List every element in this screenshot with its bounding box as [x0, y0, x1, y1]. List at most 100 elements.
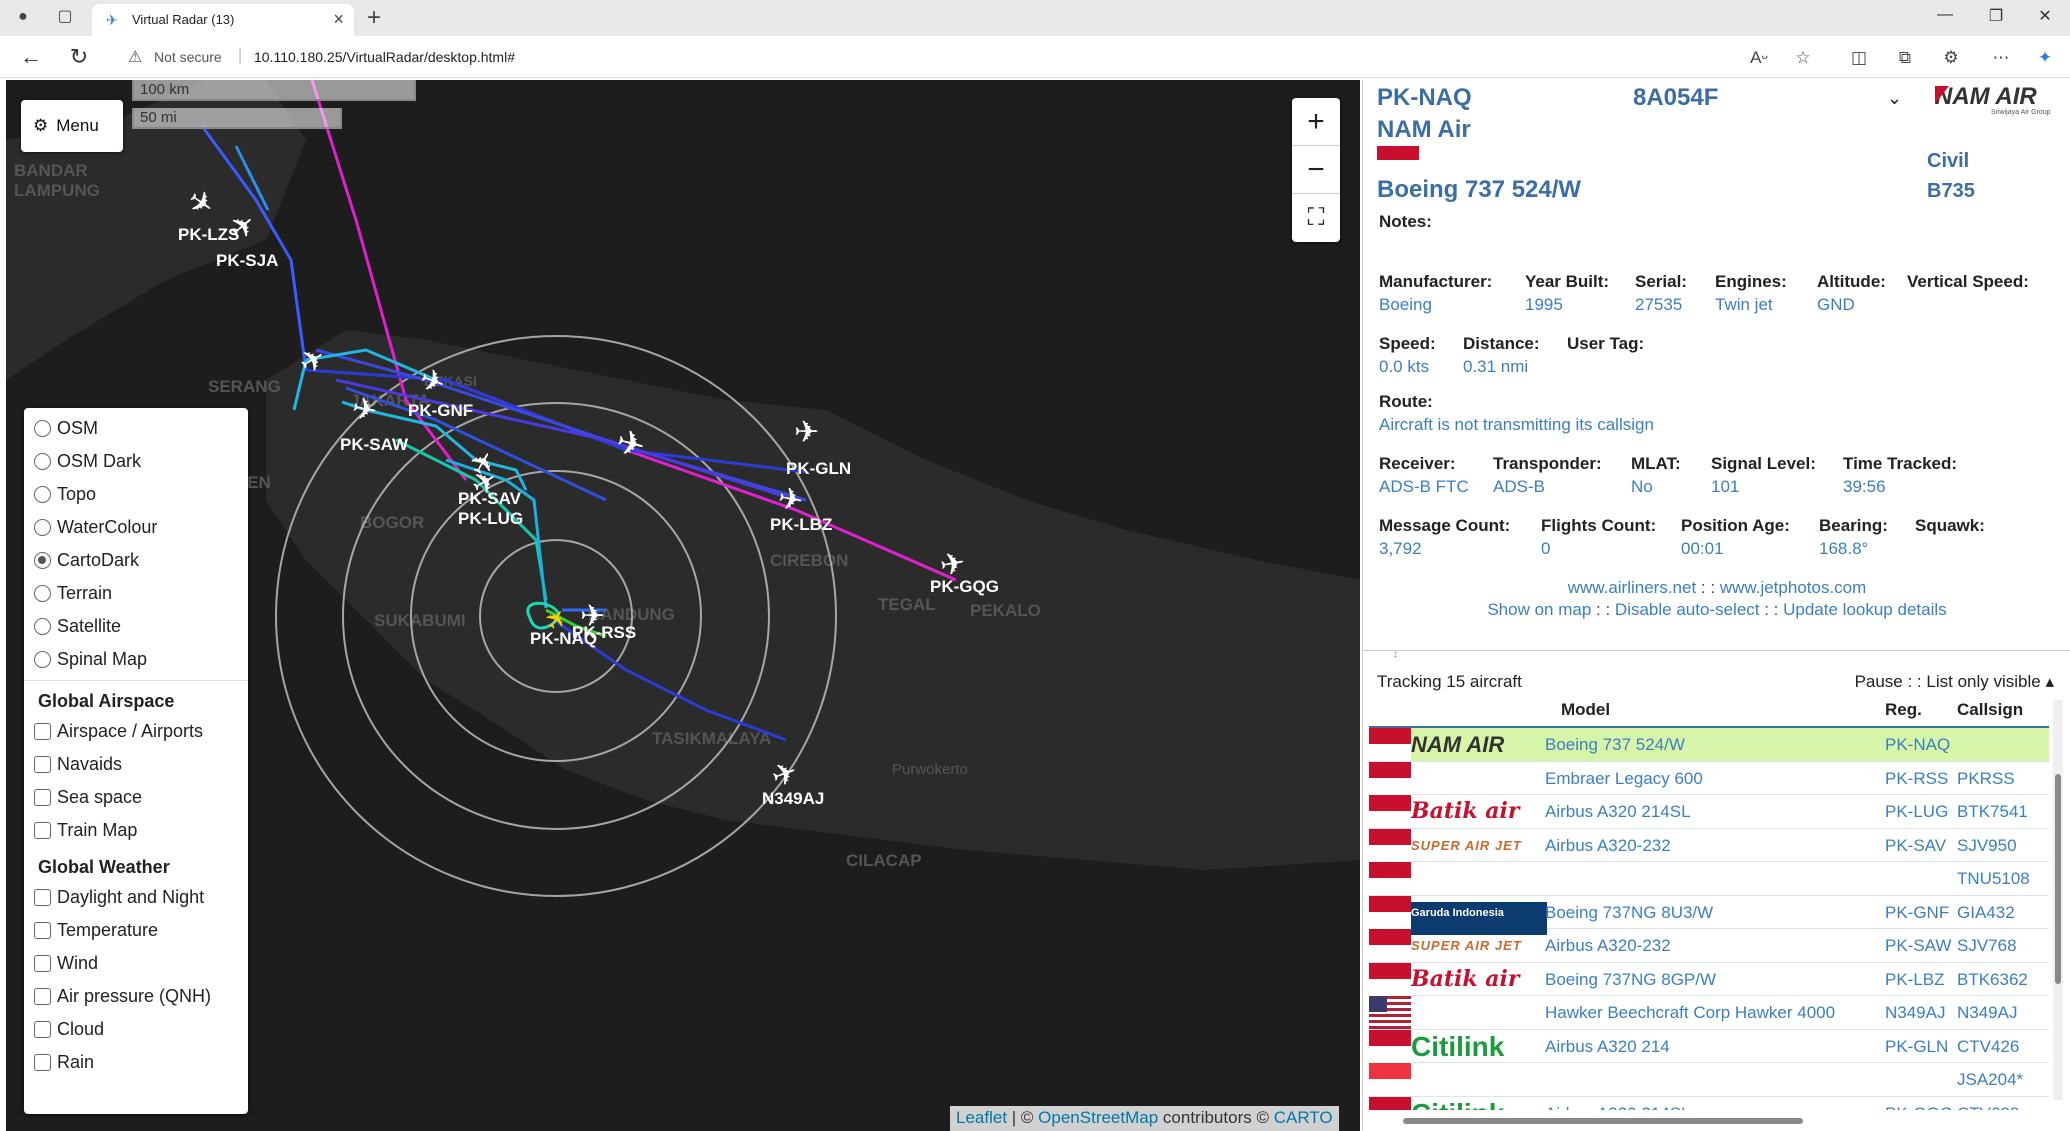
disable-auto-select-link[interactable]: Disable auto-select	[1615, 600, 1760, 619]
collapse-icon[interactable]: ▴	[2045, 672, 2054, 691]
browser-tab[interactable]: ✈ Virtual Radar (13) ×	[92, 4, 354, 36]
checkbox-icon[interactable]	[34, 889, 51, 906]
back-icon[interactable]: ←	[16, 44, 46, 70]
overlay-cloud[interactable]: Cloud	[34, 1013, 238, 1046]
address-bar[interactable]: ⚠ Not secure | 10.110.180.25/VirtualRada…	[118, 41, 1818, 73]
layer-terrain[interactable]: Terrain	[34, 577, 238, 610]
list-row[interactable]: Batik air Airbus A320 214SL PK-LUG BTK7541	[1369, 795, 2049, 829]
scroll-thumb[interactable]	[2055, 774, 2061, 984]
list-row[interactable]: Garuda Indonesia Boeing 737NG 8U3/W PK-GNF…	[1369, 895, 2049, 935]
osm-link[interactable]: OpenStreetMap	[1038, 1108, 1158, 1127]
checkbox-icon[interactable]	[34, 988, 51, 1005]
scroll-thumb[interactable]	[1403, 1118, 1803, 1124]
layer-osm-dark[interactable]: OSM Dark	[34, 445, 238, 478]
column-reg[interactable]: Reg.	[1885, 700, 1922, 720]
profile-icon[interactable]: ●	[12, 6, 34, 28]
close-window-icon[interactable]: ✕	[2030, 6, 2060, 26]
place-bandar: BANDAR	[14, 161, 88, 180]
list-row[interactable]: TNU5108	[1369, 862, 2049, 896]
overlay-daylight[interactable]: Daylight and Night	[34, 881, 238, 914]
layer-spinal-map[interactable]: Spinal Map	[34, 643, 238, 676]
checkbox-icon[interactable]	[34, 955, 51, 972]
favorite-star-icon[interactable]: ☆	[1790, 48, 1816, 68]
browser-essentials-icon[interactable]: ⚙	[1938, 48, 1964, 68]
copilot-icon[interactable]: ✦	[2032, 48, 2058, 68]
split-screen-icon[interactable]: ◫	[1846, 48, 1872, 68]
update-lookup-link[interactable]: Update lookup details	[1783, 600, 1947, 619]
leaflet-link[interactable]: Leaflet	[956, 1108, 1007, 1127]
field-value: 0.31 nmi	[1463, 357, 1529, 376]
checkbox-icon[interactable]	[34, 1054, 51, 1071]
radio-icon[interactable]	[34, 486, 51, 503]
layer-satellite[interactable]: Satellite	[34, 610, 238, 643]
overlay-train-map[interactable]: Train Map	[34, 814, 238, 847]
chevron-down-icon[interactable]: ⌄	[1887, 88, 1902, 109]
new-tab-button[interactable]: +	[360, 4, 388, 32]
overlay-air-pressure[interactable]: Air pressure (QNH)	[34, 980, 238, 1013]
zoom-out-button[interactable]: −	[1292, 146, 1340, 194]
menu-button[interactable]: ⚙ Menu	[21, 100, 123, 152]
refresh-icon[interactable]: ↻	[64, 44, 94, 70]
jetphotos-link[interactable]: www.jetphotos.com	[1720, 578, 1866, 597]
close-tab-icon[interactable]: ×	[333, 9, 344, 30]
list-row[interactable]: Embraer Legacy 600 PK-RSS PKRSS	[1369, 761, 2049, 795]
restore-icon[interactable]: ❐	[1981, 6, 2011, 26]
list-row[interactable]: JSA204*	[1369, 1063, 2049, 1097]
overlay-navaids[interactable]: Navaids	[34, 748, 238, 781]
collections-icon[interactable]: ⧉	[1892, 48, 1918, 68]
overlay-temperature[interactable]: Temperature	[34, 914, 238, 947]
layer-watercolour[interactable]: WaterColour	[34, 511, 238, 544]
map[interactable]: BANDAR LAMPUNG SERANG BANTEN JAKARTA BEK…	[6, 80, 1360, 1131]
checkbox-icon[interactable]	[34, 1021, 51, 1038]
radio-icon[interactable]	[34, 585, 51, 602]
field-value: Aircraft is not transmitting its callsig…	[1379, 415, 1654, 434]
url-text[interactable]: 10.110.180.25/VirtualRadar/desktop.html#	[254, 49, 515, 65]
list-row[interactable]: Batik air Boeing 737NG 8GP/W PK-LBZ BTK6362	[1369, 962, 2049, 996]
tab-actions-icon[interactable]: ▢	[54, 6, 76, 28]
overlay-rain[interactable]: Rain	[34, 1046, 238, 1079]
checkbox-icon[interactable]	[34, 822, 51, 839]
list-row[interactable]: SUPER AIR JET Airbus A320-232 PK-SAV SJV950	[1369, 828, 2049, 862]
overlay-sea-space[interactable]: Sea space	[34, 781, 238, 814]
layer-cartodark[interactable]: CartoDark	[34, 544, 238, 577]
radio-icon[interactable]	[34, 651, 51, 668]
list-row[interactable]: CitilinkAirbus A320 214SL PK-GQG CTV688	[1369, 1096, 2049, 1110]
checkbox-icon[interactable]	[34, 756, 51, 773]
list-row[interactable]: Hawker Beechcraft Corp Hawker 4000 N349AJ…	[1369, 996, 2049, 1030]
layer-label: WaterColour	[57, 517, 158, 537]
svg-text:Sriwijaya Air Group: Sriwijaya Air Group	[1991, 109, 2051, 116]
checkbox-icon[interactable]	[34, 922, 51, 939]
minimize-icon[interactable]: —	[1930, 6, 1960, 24]
airliners-link[interactable]: www.airliners.net	[1568, 578, 1697, 597]
radio-icon[interactable]	[34, 519, 51, 536]
checkbox-icon[interactable]	[34, 723, 51, 740]
list-row[interactable]: NAM AIR Boeing 737 524/W PK-NAQ	[1369, 728, 2049, 762]
list-only-visible-link[interactable]: List only visible	[1926, 672, 2040, 691]
column-callsign[interactable]: Callsign	[1957, 700, 2023, 720]
zoom-in-button[interactable]: +	[1292, 98, 1340, 146]
radio-icon[interactable]	[34, 618, 51, 635]
carto-link[interactable]: CARTO	[1274, 1108, 1333, 1127]
checkbox-icon[interactable]	[34, 789, 51, 806]
radio-selected-icon[interactable]	[34, 552, 51, 569]
column-model[interactable]: Model	[1561, 700, 1610, 720]
radio-icon[interactable]	[34, 453, 51, 470]
list-row[interactable]: SUPER AIR JET Airbus A320-232 PK-SAW SJV768	[1369, 929, 2049, 963]
overlay-wind[interactable]: Wind	[34, 947, 238, 980]
read-aloud-icon[interactable]: Aᵕ	[1746, 48, 1772, 68]
list-row[interactable]: Citilink Airbus A320 214 PK-GLN CTV426	[1369, 1029, 2049, 1063]
layer-label: Spinal Map	[57, 649, 148, 669]
pause-link[interactable]: Pause	[1855, 672, 1903, 691]
not-secure-label[interactable]: Not secure	[154, 49, 222, 65]
place-cirebon: CIREBON	[770, 551, 848, 570]
panel-splitter[interactable]: ↕	[1363, 650, 2070, 660]
list-scrollbar[interactable]	[2053, 700, 2063, 1100]
fullscreen-icon[interactable]: ⛶	[1292, 194, 1340, 242]
show-on-map-link[interactable]: Show on map	[1487, 600, 1591, 619]
layer-osm[interactable]: OSM	[34, 412, 238, 445]
radio-icon[interactable]	[34, 420, 51, 437]
overlay-airspace-airports[interactable]: Airspace / Airports	[34, 715, 238, 748]
list-h-scrollbar[interactable]	[1383, 1116, 2043, 1126]
more-menu-icon[interactable]: ⋯	[1988, 48, 2014, 68]
layer-topo[interactable]: Topo	[34, 478, 238, 511]
